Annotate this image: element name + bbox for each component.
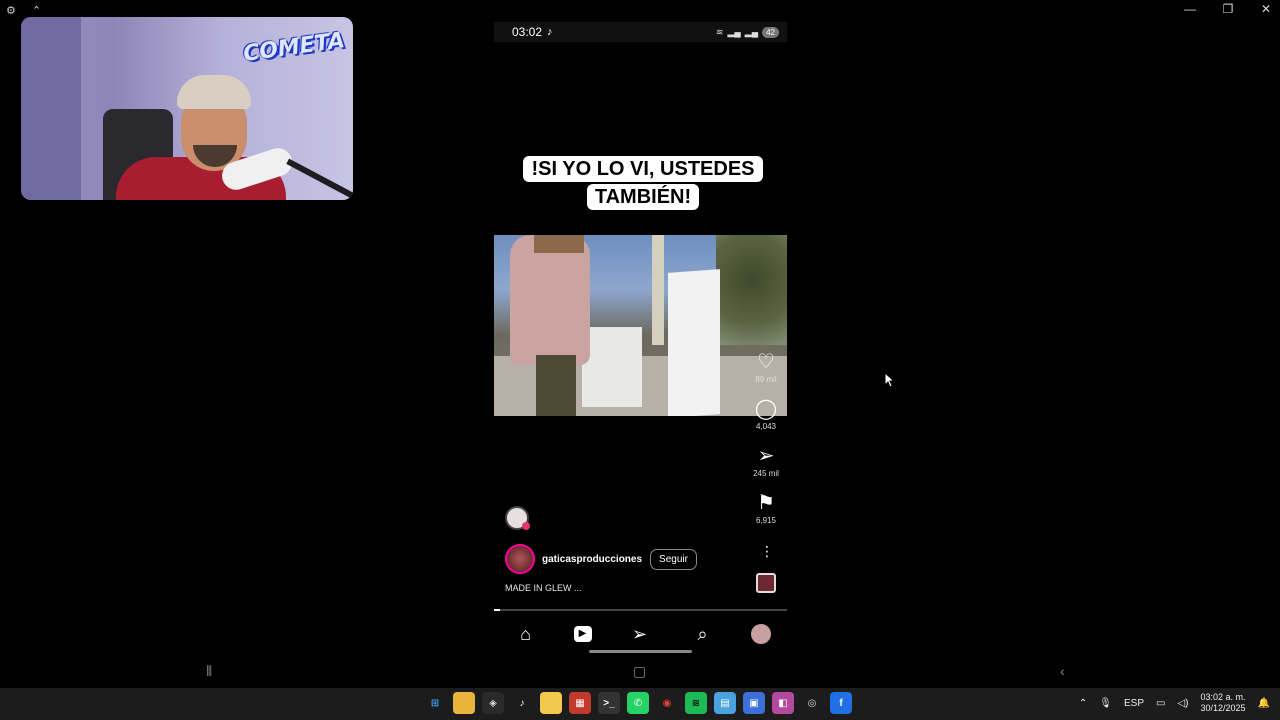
heart-icon: ♡ (757, 351, 775, 373)
search-icon[interactable]: ⌕ (688, 624, 718, 645)
video-progress-fill (494, 609, 500, 611)
spotify-icon[interactable]: ≋ (685, 692, 707, 714)
webcam-overlay: COMETA (21, 17, 353, 200)
close-button[interactable]: ✕ (1258, 2, 1274, 16)
android-back-icon[interactable]: ‹ (1060, 663, 1065, 679)
app-icon-1[interactable]: ▤ (714, 692, 736, 714)
app-icon-3[interactable]: ◧ (772, 692, 794, 714)
save-action[interactable]: ⚑ 6,915 (746, 492, 786, 525)
volume-icon[interactable]: ◁) (1177, 698, 1188, 709)
phone-screen: 03:02 ♪ ≋ ▂▄ ▂▄ 42 !SI YO LO VI, USTEDES… (494, 22, 787, 656)
status-time: 03:02 (512, 25, 543, 39)
author-row: gaticasproducciones Seguir (505, 544, 697, 574)
reel-description[interactable]: MADE IN GLEW ... (505, 583, 582, 593)
video-caption: !SI YO LO VI, USTEDES TAMBIÉN! (511, 155, 775, 211)
notification-bell-icon[interactable]: 🔔 (1258, 698, 1270, 709)
windows-start-icon[interactable]: ⊞ (424, 692, 446, 714)
comment-action[interactable]: ◯ 4,043 (746, 398, 786, 431)
video-person (510, 235, 590, 365)
follow-button[interactable]: Seguir (650, 548, 697, 570)
android-home-icon[interactable]: ▢ (633, 663, 646, 680)
clock-date: 30/12/2025 (1200, 703, 1246, 713)
windows-taskbar: ⊞ ▬ ◈ ♪ ▰ ▦ >_ ✆ ◉ ≋ ▤ ▣ ◧ ◎ f ⌃ 🎙 ESP ▭ ◁) 03:02 a. m… (0, 688, 1280, 720)
language-indicator[interactable]: ESP (1124, 698, 1144, 709)
author-username[interactable]: gaticasproducciones (542, 554, 642, 565)
comment-count: 4,043 (755, 422, 777, 431)
clock-time: 03:02 a. m. (1200, 692, 1246, 702)
recent-apps-icon[interactable]: ⦀ (206, 663, 212, 680)
more-options-icon[interactable]: ⋮ (760, 543, 774, 560)
like-action[interactable]: ♡ 89 mil (746, 351, 786, 384)
home-indicator[interactable] (589, 650, 692, 653)
phone-status-bar: 03:02 ♪ ≋ ▂▄ ▂▄ 42 (494, 22, 787, 42)
comment-icon: ◯ (754, 398, 778, 420)
window-left-controls: ⚙ ⌃ (6, 4, 41, 17)
send-icon: ➢ (757, 445, 775, 467)
voicemod-icon[interactable]: ▦ (569, 692, 591, 714)
window-controls: — ❐ ✕ (1182, 2, 1274, 16)
taskbar-apps: ⊞ ▬ ◈ ♪ ▰ ▦ >_ ✆ ◉ ≋ ▤ ▣ ◧ ◎ f (424, 692, 852, 714)
tiktok-notification-icon: ♪ (547, 26, 553, 38)
signal-icon-2: ▂▄ (744, 26, 759, 37)
direct-icon[interactable]: ➢ (625, 624, 655, 645)
channel-logo: COMETA (241, 28, 347, 67)
network-icon[interactable]: ▭ (1156, 698, 1165, 709)
scrcpy-icon[interactable]: f (830, 692, 852, 714)
microphone-icon[interactable]: 🎙 (1099, 698, 1112, 709)
video-white-wall (668, 269, 720, 416)
taskbar-clock[interactable]: 03:02 a. m. 30/12/2025 (1201, 692, 1246, 714)
restore-button[interactable]: ❐ (1220, 2, 1236, 16)
file-explorer-icon[interactable]: ▬ (453, 692, 475, 714)
minimize-button[interactable]: — (1182, 2, 1198, 16)
tiktok-icon[interactable]: ♪ (511, 692, 533, 714)
whatsapp-icon[interactable]: ✆ (627, 692, 649, 714)
viewer-avatar[interactable] (505, 506, 530, 530)
obs-icon[interactable]: ◎ (801, 692, 823, 714)
video-post (652, 235, 664, 345)
bookmark-icon: ⚑ (757, 492, 775, 514)
chrome-icon[interactable]: ◉ (656, 692, 678, 714)
sticky-notes-icon[interactable]: ▰ (540, 692, 562, 714)
video-palm-tree (716, 235, 787, 345)
video-progress-bar[interactable] (494, 609, 787, 611)
like-count: 89 mil (755, 375, 777, 384)
pin-icon[interactable]: ⌃ (32, 4, 41, 17)
profile-avatar[interactable] (750, 624, 771, 644)
video-white-block (582, 327, 642, 407)
webcam-background (21, 17, 81, 200)
settings-icon[interactable]: ⚙ (6, 4, 16, 17)
reel-video[interactable] (494, 235, 787, 416)
share-action[interactable]: ➢ 245 mil (746, 445, 786, 478)
tray-overflow-icon[interactable]: ⌃ (1079, 698, 1087, 709)
audio-thumbnail[interactable] (756, 573, 776, 593)
save-count: 6,915 (755, 516, 777, 525)
video-person-hair (534, 235, 584, 253)
status-icons: ≋ ▂▄ ▂▄ 42 (715, 26, 779, 38)
video-caption-text: !SI YO LO VI, USTEDES TAMBIÉN! (523, 156, 763, 210)
store-icon[interactable]: ◈ (482, 692, 504, 714)
reels-icon[interactable]: ▶ (573, 626, 592, 642)
app-icon-2[interactable]: ▣ (743, 692, 765, 714)
share-count: 245 mil (753, 469, 779, 478)
video-person-legs (536, 355, 576, 416)
home-icon[interactable]: ⌂ (511, 624, 541, 645)
webcam-person-hat (177, 75, 251, 109)
signal-icon: ▂▄ (727, 26, 741, 37)
author-avatar[interactable] (505, 544, 535, 574)
system-tray: ⌃ 🎙 ESP ▭ ◁) 03:02 a. m. 30/12/2025 🔔 (1079, 692, 1270, 714)
battery-badge: 42 (762, 26, 779, 38)
wifi-icon: ≋ (715, 26, 724, 37)
webcam-mic-arm (286, 158, 353, 200)
terminal-icon[interactable]: >_ (598, 692, 620, 714)
